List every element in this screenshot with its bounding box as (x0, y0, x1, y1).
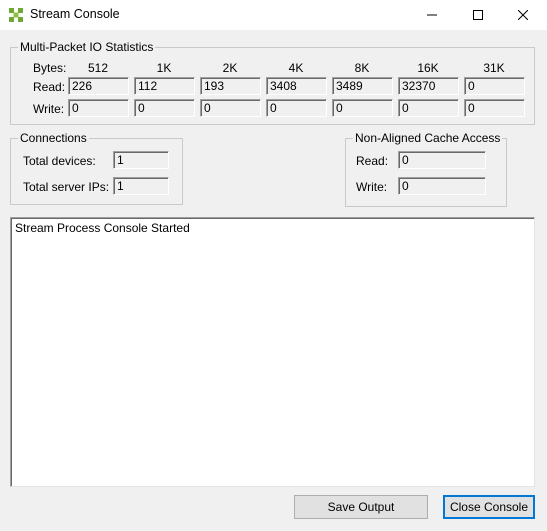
cache-access-legend: Non-Aligned Cache Access (353, 131, 503, 145)
column-header-4k: 4K (288, 61, 304, 75)
read-4k-field[interactable]: 3408 (266, 77, 327, 95)
column-header-512: 512 (87, 61, 109, 75)
connections-legend: Connections (18, 131, 89, 145)
cache-read-label: Read: (356, 154, 389, 168)
write-16k-field[interactable]: 0 (398, 99, 459, 117)
console-output[interactable]: Stream Process Console Started (10, 217, 535, 487)
window-title: Stream Console (30, 7, 120, 21)
cache-read-field[interactable]: 0 (398, 151, 486, 169)
write-4k-field[interactable]: 0 (266, 99, 327, 117)
maximize-icon (473, 10, 483, 20)
read-31k-field[interactable]: 0 (464, 77, 525, 95)
read-2k-field[interactable]: 193 (200, 77, 261, 95)
read-8k-field[interactable]: 3489 (332, 77, 393, 95)
console-text: Stream Process Console Started (15, 221, 190, 235)
read-label: Read: (33, 80, 66, 94)
minimize-button[interactable] (409, 0, 455, 30)
close-console-button[interactable]: Close Console (443, 495, 535, 519)
bytes-label: Bytes: (33, 61, 67, 75)
total-server-ips-label: Total server IPs: (23, 180, 110, 194)
total-server-ips-field[interactable]: 1 (113, 177, 169, 195)
read-512-field[interactable]: 226 (68, 77, 129, 95)
cache-write-label: Write: (356, 180, 388, 194)
write-1k-field[interactable]: 0 (134, 99, 195, 117)
minimize-icon (427, 10, 437, 20)
column-header-2k: 2K (222, 61, 238, 75)
close-icon (518, 10, 528, 20)
write-label: Write: (33, 102, 65, 116)
column-header-16k: 16K (417, 61, 439, 75)
read-1k-field[interactable]: 112 (134, 77, 195, 95)
total-devices-field[interactable]: 1 (113, 151, 169, 169)
title-bar: Stream Console (0, 0, 547, 30)
write-8k-field[interactable]: 0 (332, 99, 393, 117)
app-icon (8, 7, 24, 23)
column-header-8k: 8K (354, 61, 370, 75)
cache-write-field[interactable]: 0 (398, 177, 486, 195)
close-window-button[interactable] (500, 0, 546, 30)
column-header-1k: 1K (156, 61, 172, 75)
write-512-field[interactable]: 0 (68, 99, 129, 117)
read-16k-field[interactable]: 32370 (398, 77, 459, 95)
write-31k-field[interactable]: 0 (464, 99, 525, 117)
total-devices-label: Total devices: (23, 154, 96, 168)
maximize-button[interactable] (455, 0, 501, 30)
column-header-31k: 31K (483, 61, 505, 75)
io-stats-legend: Multi-Packet IO Statistics (18, 40, 156, 54)
save-output-button[interactable]: Save Output (294, 495, 428, 519)
write-2k-field[interactable]: 0 (200, 99, 261, 117)
cache-access-group: Non-Aligned Cache Access (345, 131, 507, 207)
